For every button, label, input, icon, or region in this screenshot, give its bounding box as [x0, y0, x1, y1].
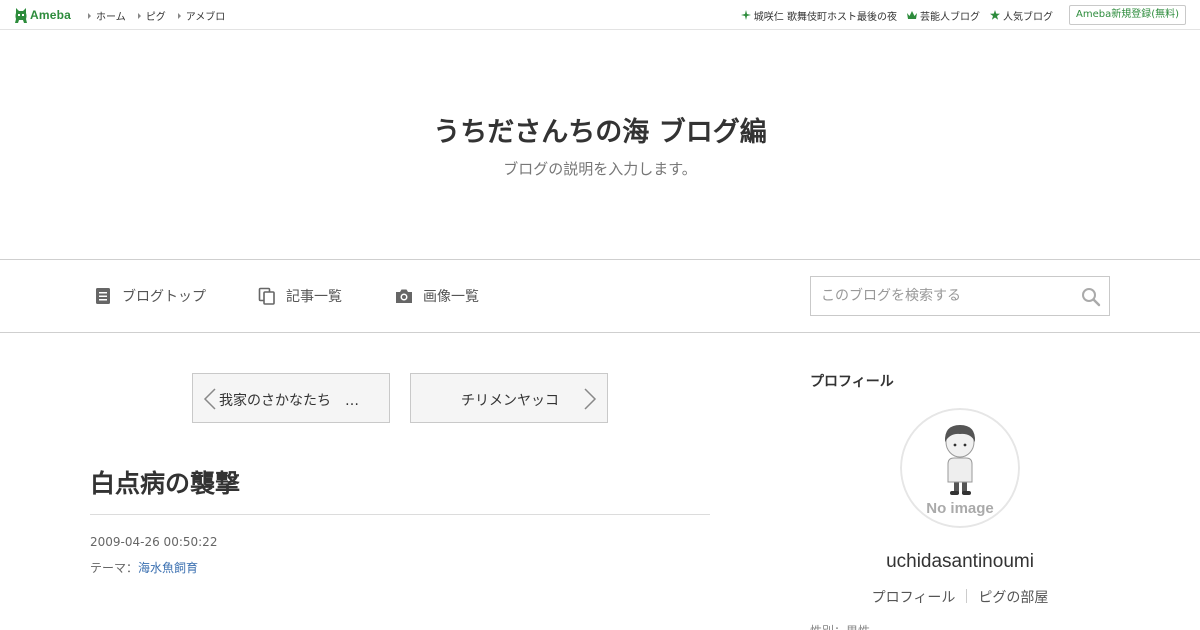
triangle-right-icon — [137, 12, 141, 19]
article-divider — [90, 514, 710, 515]
nav-label: 画像一覧 — [423, 289, 479, 305]
global-nav-label: ホーム — [96, 12, 126, 23]
theme-link[interactable]: 海水魚飼育 — [138, 561, 198, 575]
star-icon — [989, 10, 1000, 20]
celebrity-blog-link[interactable]: 芸能人ブログ — [906, 8, 980, 23]
sparkle-icon — [740, 10, 751, 20]
global-nav-home[interactable]: ホーム — [88, 8, 126, 23]
nav-image-list[interactable]: 画像一覧 — [395, 286, 479, 306]
article-theme: テーマ：海水魚飼育 — [90, 559, 198, 576]
camera-icon — [396, 289, 412, 303]
profile-username[interactable]: uchidasantinoumi — [810, 551, 1110, 573]
theme-prefix: テーマ： — [90, 561, 139, 575]
popular-blog-label: 人気ブログ — [1002, 11, 1053, 23]
document-icon — [96, 288, 110, 304]
global-right-links: 城咲仁 歌舞伎町ホスト最後の夜 芸能人ブログ 人気ブログ Ameba新規登録(無… — [731, 5, 1186, 25]
ameba-mascot-icon — [15, 7, 27, 23]
no-image-avatar-icon: No image — [900, 408, 1020, 528]
profile-links: プロフィール ピグの部屋 — [810, 587, 1110, 607]
chevron-left-icon — [203, 388, 216, 410]
article-date: 2009-04-26 00:50:22 — [90, 535, 218, 549]
search-input[interactable] — [811, 277, 1071, 315]
pigg-room-link[interactable]: ピグの部屋 — [978, 587, 1048, 607]
global-nav-ameblo[interactable]: アメブロ — [177, 8, 226, 23]
blog-navbar: ブログトップ 記事一覧 画像一覧 — [0, 259, 1200, 333]
search-icon[interactable] — [1081, 287, 1101, 307]
nav-article-list[interactable]: 記事一覧 — [258, 286, 342, 306]
next-article-button[interactable]: チリメンヤッコ — [410, 373, 608, 423]
triangle-right-icon — [88, 12, 91, 19]
global-nav-label: アメブロ — [185, 12, 226, 23]
profile-heading: プロフィール — [810, 374, 894, 390]
crown-icon — [906, 11, 917, 19]
nav-blog-top[interactable]: ブログトップ — [94, 286, 206, 306]
profile-gender: 性別：男性 — [810, 622, 870, 630]
celebrity-blog-label: 芸能人ブログ — [919, 11, 980, 23]
link-separator — [966, 589, 968, 603]
blog-search — [810, 276, 1110, 316]
global-nav: ホーム ピグ アメブロ — [88, 8, 237, 23]
popular-blog-link[interactable]: 人気ブログ — [989, 8, 1053, 23]
copy-icon — [258, 287, 275, 305]
avatar[interactable]: No image — [900, 408, 1020, 528]
prev-article-button[interactable]: 我家のさかなたち … — [192, 373, 390, 423]
global-nav-label: ピグ — [145, 12, 166, 23]
next-article-label: チリメンヤッコ — [461, 393, 559, 409]
prev-article-label: 我家のさかなたち … — [219, 393, 359, 409]
nav-label: ブログトップ — [122, 289, 206, 305]
blog-title[interactable]: うちださんちの海 ブログ編 — [0, 110, 1200, 149]
nav-label: 記事一覧 — [286, 289, 342, 305]
ameba-logo[interactable]: Ameba — [14, 6, 71, 24]
chevron-right-icon — [584, 388, 597, 410]
triangle-right-icon — [177, 12, 181, 19]
profile-link[interactable]: プロフィール — [872, 587, 956, 607]
featured-link[interactable]: 城咲仁 歌舞伎町ホスト最後の夜 — [740, 8, 897, 23]
register-button[interactable]: Ameba新規登録(無料) — [1068, 5, 1186, 25]
logo-text: Ameba — [30, 8, 72, 22]
global-header: Ameba ホーム ピグ アメブロ 城咲仁 歌舞伎町ホスト最後の夜 芸能人ブログ… — [0, 0, 1200, 30]
avatar-no-image-text: No image — [926, 500, 994, 517]
article-title[interactable]: 白点病の襲撃 — [90, 464, 240, 500]
featured-link-label: 城咲仁 歌舞伎町ホスト最後の夜 — [753, 11, 897, 23]
global-nav-pigg[interactable]: ピグ — [137, 8, 166, 23]
blog-description: ブログの説明を入力します。 — [503, 160, 697, 178]
